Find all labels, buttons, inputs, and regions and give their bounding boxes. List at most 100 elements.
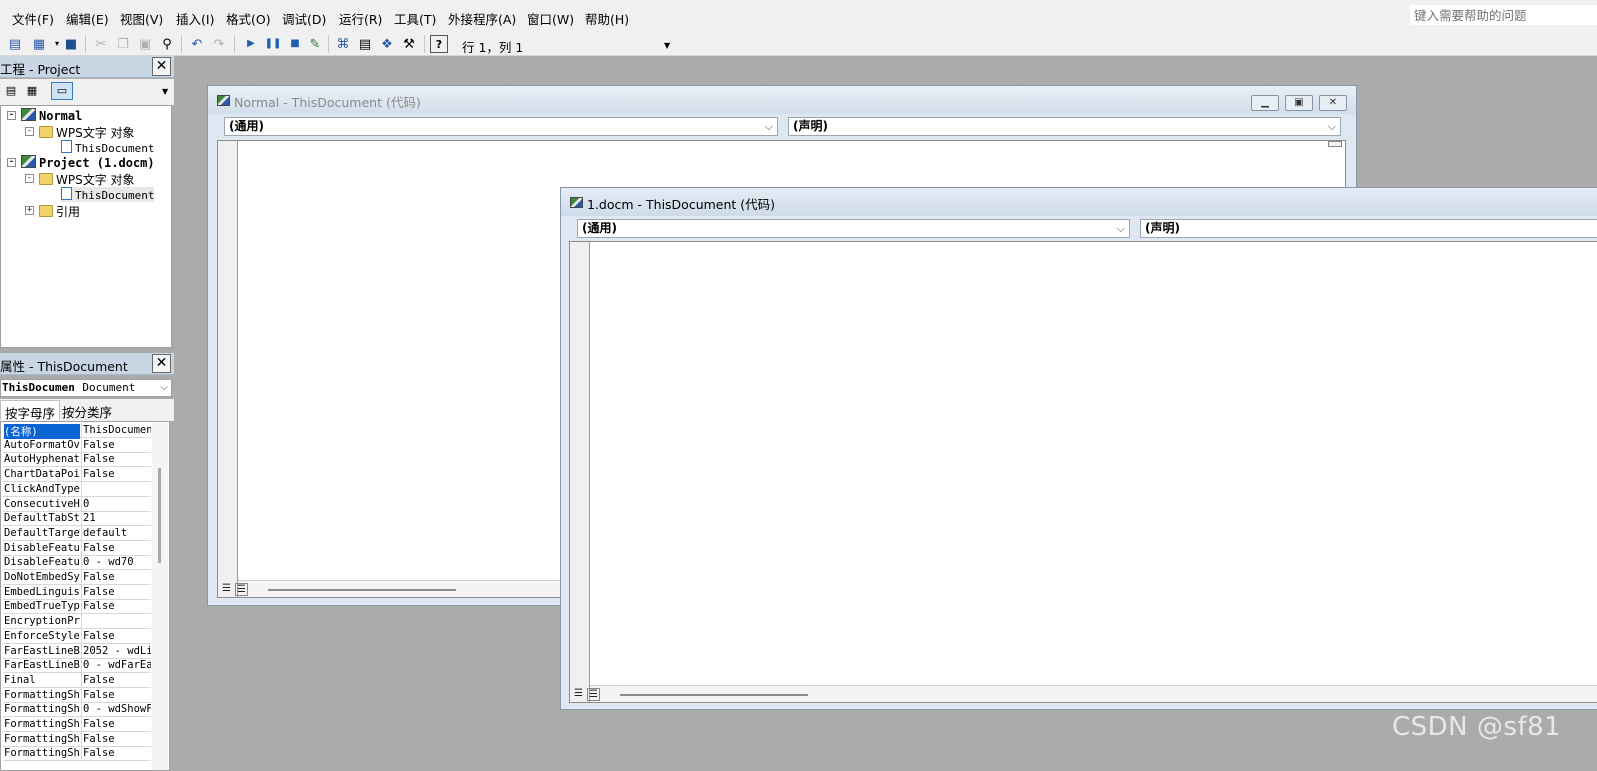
pane-menu-icon[interactable]: ▼ (162, 87, 168, 96)
expand-icon[interactable]: + (25, 206, 34, 215)
pause-icon[interactable]: ❚❚ (264, 35, 282, 53)
property-value[interactable]: 0 - wdFarEas (83, 659, 151, 671)
property-row[interactable]: FormattingSho False (3, 731, 151, 747)
property-row[interactable]: Final False (3, 672, 151, 688)
property-row[interactable]: FormattingSho0 - wdShowFi (3, 702, 151, 718)
property-row[interactable]: (名称)ThisDocument (3, 423, 151, 439)
view-object-icon[interactable]: ▦ (23, 82, 41, 100)
property-value[interactable]: False (83, 571, 151, 583)
tree-node-thisdocument-selected[interactable]: ThisDocument (61, 187, 155, 202)
procedure-view-icon[interactable]: ☰ (220, 583, 233, 596)
property-value[interactable]: default (83, 527, 151, 539)
menu-insert[interactable]: 插入(I) (176, 9, 214, 28)
menu-run[interactable]: 运行(R) (339, 9, 382, 28)
menu-format[interactable]: 格式(O) (226, 9, 271, 28)
margin-indicator-bar[interactable] (570, 242, 590, 702)
property-row[interactable]: DefaultTabSto 21 (3, 511, 151, 527)
properties-window-icon[interactable]: ▤ (356, 35, 374, 53)
property-value[interactable]: False (83, 747, 151, 759)
menu-help[interactable]: 帮助(H) (585, 9, 629, 28)
code-window-titlebar[interactable]: 1.docm - ThisDocument (代码) (561, 188, 1597, 216)
tree-node-wps-objects[interactable]: - WPS文字 对象 (25, 124, 135, 141)
help-icon[interactable]: ? (430, 35, 448, 53)
property-row[interactable]: ConsecutiveHy 0 (3, 496, 151, 512)
property-row[interactable]: DisableFeatur 0 - wd70 (3, 555, 151, 571)
menu-window[interactable]: 窗口(W) (527, 9, 574, 28)
property-row[interactable]: FormattingSho False (3, 717, 151, 732)
run-icon[interactable]: ▶ (242, 35, 260, 53)
minimize-button[interactable]: ▁ (1251, 95, 1279, 111)
scroll-thumb[interactable] (268, 589, 456, 591)
save-icon[interactable]: ■ (62, 35, 80, 53)
property-row[interactable]: EmbedTrueType False (3, 599, 151, 615)
property-row[interactable]: FarEastLineBr2052 - wdLir (3, 643, 151, 659)
property-row[interactable]: AutoFormatOve False (3, 437, 151, 453)
tab-categorized[interactable]: 按分类序 (58, 400, 116, 420)
help-search-input[interactable] (1410, 5, 1597, 25)
code-editor[interactable]: ☰ ☰ (569, 241, 1597, 703)
property-row[interactable]: DefaultTarget default (3, 525, 151, 541)
redo-icon[interactable]: ↷ (210, 35, 228, 53)
tree-node-project-1docm[interactable]: - Project (1.docm) (7, 155, 155, 170)
property-value[interactable]: False (83, 586, 151, 598)
vertical-scrollbar[interactable] (152, 423, 168, 770)
property-row[interactable]: ClickAndTypeF (3, 481, 151, 497)
margin-indicator-bar[interactable] (218, 141, 238, 597)
close-icon[interactable]: ✕ (152, 57, 171, 76)
property-value[interactable]: 0 - wd70 (83, 556, 151, 568)
property-value[interactable]: False (83, 630, 151, 642)
property-value[interactable]: False (83, 542, 151, 554)
restore-button[interactable]: ▣ (1285, 95, 1313, 111)
property-value[interactable]: False (83, 689, 151, 701)
cut-icon[interactable]: ✂ (92, 35, 110, 53)
collapse-icon[interactable]: - (25, 127, 34, 136)
paste-icon[interactable]: ▣ (136, 35, 154, 53)
toolbox-icon[interactable]: ⚒ (400, 35, 418, 53)
property-row[interactable]: DisableFeatur False (3, 540, 151, 556)
property-value[interactable]: False (83, 439, 151, 451)
design-mode-icon[interactable]: ✎ (306, 35, 324, 53)
collapse-icon[interactable]: - (7, 158, 16, 167)
insert-module-icon[interactable]: ▦ (30, 35, 48, 53)
tab-alphabetic[interactable]: 按字母序 (0, 400, 61, 421)
property-value[interactable]: 0 - wdShowFi (83, 703, 151, 715)
object-select[interactable]: ThisDocumen Document ⌵ (0, 379, 172, 397)
scroll-thumb[interactable] (158, 468, 161, 563)
property-value[interactable]: False (83, 453, 151, 465)
menu-edit[interactable]: 编辑(E) (66, 9, 109, 28)
project-explorer-icon[interactable]: ⌘ (334, 35, 352, 53)
undo-icon[interactable]: ↶ (188, 35, 206, 53)
property-row[interactable]: EncryptionPro (3, 614, 151, 630)
split-bar[interactable] (1328, 141, 1342, 147)
toolbar-options-icon[interactable]: ▼ (664, 41, 670, 50)
stop-icon[interactable]: ■ (286, 35, 304, 53)
property-value[interactable]: False (83, 468, 151, 480)
menu-view[interactable]: 视图(V) (120, 9, 163, 28)
property-value[interactable]: 0 (83, 498, 151, 510)
property-value[interactable]: False (83, 718, 151, 730)
horizontal-scrollbar[interactable] (590, 685, 1597, 702)
property-value[interactable]: ThisDocument (83, 424, 151, 436)
collapse-icon[interactable]: - (25, 174, 34, 183)
property-value[interactable]: 21 (83, 512, 151, 524)
property-row[interactable]: FormattingSho False (3, 746, 151, 762)
property-row[interactable]: FarEastLineBr0 - wdFarEas (3, 658, 151, 674)
property-row[interactable]: EmbedLinguist False (3, 584, 151, 600)
copy-icon[interactable]: ❐ (114, 35, 132, 53)
menu-tools[interactable]: 工具(T) (394, 9, 436, 28)
find-icon[interactable]: ⚲ (158, 35, 176, 53)
menu-addins[interactable]: 外接程序(A) (448, 9, 516, 28)
tree-node-thisdocument[interactable]: ThisDocument (61, 140, 154, 155)
property-row[interactable]: ChartDataPoir False (3, 467, 151, 483)
object-combo[interactable]: (通用) ⌵ (577, 219, 1130, 238)
property-row[interactable]: AutoHyphenati False (3, 452, 151, 468)
full-module-view-icon[interactable]: ☰ (235, 583, 248, 596)
tree-node-references[interactable]: + 引用 (25, 203, 80, 220)
view-code-icon[interactable]: ▤ (2, 82, 20, 100)
view-word-icon[interactable]: ▤ (6, 35, 24, 53)
collapse-icon[interactable]: - (7, 111, 16, 120)
menu-debug[interactable]: 调试(D) (282, 9, 326, 28)
procedure-combo[interactable]: (声明) ⌵ (788, 117, 1341, 136)
menu-file[interactable]: 文件(F) (12, 9, 54, 28)
property-row[interactable]: DoNotEmbedSys False (3, 570, 151, 585)
